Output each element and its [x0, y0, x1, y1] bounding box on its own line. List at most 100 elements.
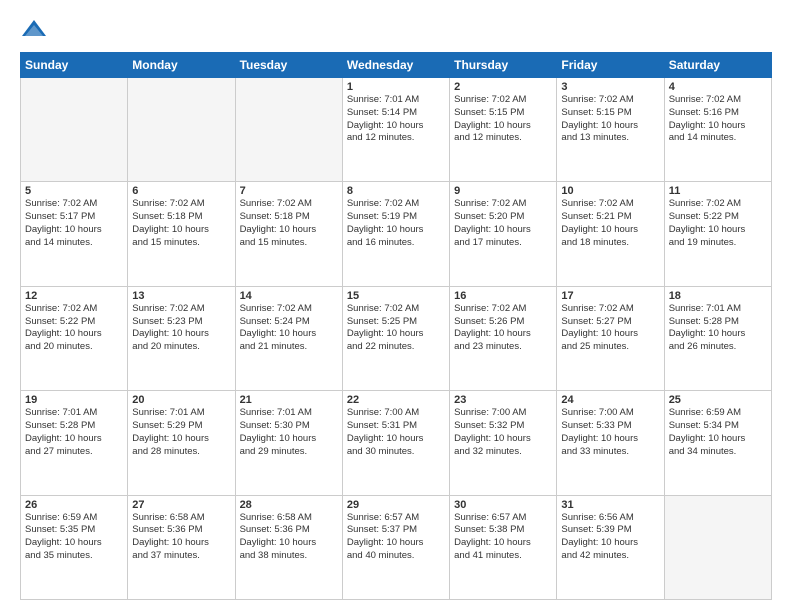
day-info: Sunrise: 7:00 AM Sunset: 5:31 PM Dayligh… [347, 407, 445, 458]
calendar-cell [21, 78, 128, 182]
calendar-header-wednesday: Wednesday [342, 53, 449, 78]
day-number: 26 [25, 499, 123, 511]
day-number: 27 [132, 499, 230, 511]
day-info: Sunrise: 7:01 AM Sunset: 5:28 PM Dayligh… [669, 303, 767, 354]
calendar-cell: 23Sunrise: 7:00 AM Sunset: 5:32 PM Dayli… [450, 391, 557, 495]
day-number: 8 [347, 185, 445, 197]
day-number: 24 [561, 394, 659, 406]
day-info: Sunrise: 6:58 AM Sunset: 5:36 PM Dayligh… [240, 512, 338, 563]
calendar-cell: 29Sunrise: 6:57 AM Sunset: 5:37 PM Dayli… [342, 495, 449, 599]
day-number: 22 [347, 394, 445, 406]
calendar-cell: 14Sunrise: 7:02 AM Sunset: 5:24 PM Dayli… [235, 286, 342, 390]
day-number: 13 [132, 290, 230, 302]
day-number: 30 [454, 499, 552, 511]
page: SundayMondayTuesdayWednesdayThursdayFrid… [0, 0, 792, 612]
calendar-cell: 10Sunrise: 7:02 AM Sunset: 5:21 PM Dayli… [557, 182, 664, 286]
calendar-cell: 25Sunrise: 6:59 AM Sunset: 5:34 PM Dayli… [664, 391, 771, 495]
calendar-cell: 16Sunrise: 7:02 AM Sunset: 5:26 PM Dayli… [450, 286, 557, 390]
calendar-header-friday: Friday [557, 53, 664, 78]
day-info: Sunrise: 7:02 AM Sunset: 5:18 PM Dayligh… [132, 198, 230, 249]
day-info: Sunrise: 7:01 AM Sunset: 5:30 PM Dayligh… [240, 407, 338, 458]
day-info: Sunrise: 7:02 AM Sunset: 5:21 PM Dayligh… [561, 198, 659, 249]
day-number: 6 [132, 185, 230, 197]
day-number: 29 [347, 499, 445, 511]
calendar-week-2: 5Sunrise: 7:02 AM Sunset: 5:17 PM Daylig… [21, 182, 772, 286]
calendar-cell: 13Sunrise: 7:02 AM Sunset: 5:23 PM Dayli… [128, 286, 235, 390]
calendar-cell: 17Sunrise: 7:02 AM Sunset: 5:27 PM Dayli… [557, 286, 664, 390]
day-number: 11 [669, 185, 767, 197]
calendar-cell: 8Sunrise: 7:02 AM Sunset: 5:19 PM Daylig… [342, 182, 449, 286]
day-info: Sunrise: 6:59 AM Sunset: 5:35 PM Dayligh… [25, 512, 123, 563]
day-info: Sunrise: 7:02 AM Sunset: 5:15 PM Dayligh… [561, 94, 659, 145]
calendar-cell: 28Sunrise: 6:58 AM Sunset: 5:36 PM Dayli… [235, 495, 342, 599]
calendar-cell: 15Sunrise: 7:02 AM Sunset: 5:25 PM Dayli… [342, 286, 449, 390]
calendar-header-tuesday: Tuesday [235, 53, 342, 78]
calendar-cell: 19Sunrise: 7:01 AM Sunset: 5:28 PM Dayli… [21, 391, 128, 495]
day-info: Sunrise: 7:02 AM Sunset: 5:17 PM Dayligh… [25, 198, 123, 249]
day-number: 31 [561, 499, 659, 511]
day-number: 14 [240, 290, 338, 302]
calendar-cell [128, 78, 235, 182]
calendar-week-1: 1Sunrise: 7:01 AM Sunset: 5:14 PM Daylig… [21, 78, 772, 182]
calendar-cell: 9Sunrise: 7:02 AM Sunset: 5:20 PM Daylig… [450, 182, 557, 286]
calendar-header-sunday: Sunday [21, 53, 128, 78]
day-info: Sunrise: 7:01 AM Sunset: 5:14 PM Dayligh… [347, 94, 445, 145]
day-number: 10 [561, 185, 659, 197]
calendar-cell: 26Sunrise: 6:59 AM Sunset: 5:35 PM Dayli… [21, 495, 128, 599]
day-info: Sunrise: 7:02 AM Sunset: 5:27 PM Dayligh… [561, 303, 659, 354]
calendar-cell: 22Sunrise: 7:00 AM Sunset: 5:31 PM Dayli… [342, 391, 449, 495]
day-number: 7 [240, 185, 338, 197]
calendar-cell: 24Sunrise: 7:00 AM Sunset: 5:33 PM Dayli… [557, 391, 664, 495]
logo-icon [20, 16, 48, 44]
calendar-cell: 27Sunrise: 6:58 AM Sunset: 5:36 PM Dayli… [128, 495, 235, 599]
calendar-header-saturday: Saturday [664, 53, 771, 78]
calendar-cell: 4Sunrise: 7:02 AM Sunset: 5:16 PM Daylig… [664, 78, 771, 182]
day-number: 18 [669, 290, 767, 302]
calendar-week-3: 12Sunrise: 7:02 AM Sunset: 5:22 PM Dayli… [21, 286, 772, 390]
calendar-cell: 12Sunrise: 7:02 AM Sunset: 5:22 PM Dayli… [21, 286, 128, 390]
calendar-cell: 1Sunrise: 7:01 AM Sunset: 5:14 PM Daylig… [342, 78, 449, 182]
calendar-table: SundayMondayTuesdayWednesdayThursdayFrid… [20, 52, 772, 600]
day-info: Sunrise: 7:02 AM Sunset: 5:16 PM Dayligh… [669, 94, 767, 145]
calendar-cell: 30Sunrise: 6:57 AM Sunset: 5:38 PM Dayli… [450, 495, 557, 599]
calendar-cell: 7Sunrise: 7:02 AM Sunset: 5:18 PM Daylig… [235, 182, 342, 286]
calendar-cell [235, 78, 342, 182]
calendar-cell: 6Sunrise: 7:02 AM Sunset: 5:18 PM Daylig… [128, 182, 235, 286]
calendar-week-4: 19Sunrise: 7:01 AM Sunset: 5:28 PM Dayli… [21, 391, 772, 495]
day-info: Sunrise: 7:02 AM Sunset: 5:22 PM Dayligh… [669, 198, 767, 249]
calendar-cell: 20Sunrise: 7:01 AM Sunset: 5:29 PM Dayli… [128, 391, 235, 495]
day-number: 12 [25, 290, 123, 302]
day-info: Sunrise: 6:57 AM Sunset: 5:38 PM Dayligh… [454, 512, 552, 563]
day-info: Sunrise: 6:59 AM Sunset: 5:34 PM Dayligh… [669, 407, 767, 458]
day-info: Sunrise: 7:02 AM Sunset: 5:15 PM Dayligh… [454, 94, 552, 145]
day-info: Sunrise: 7:02 AM Sunset: 5:18 PM Dayligh… [240, 198, 338, 249]
calendar-cell: 2Sunrise: 7:02 AM Sunset: 5:15 PM Daylig… [450, 78, 557, 182]
calendar-header-monday: Monday [128, 53, 235, 78]
day-number: 23 [454, 394, 552, 406]
calendar-cell: 11Sunrise: 7:02 AM Sunset: 5:22 PM Dayli… [664, 182, 771, 286]
day-info: Sunrise: 6:57 AM Sunset: 5:37 PM Dayligh… [347, 512, 445, 563]
day-info: Sunrise: 7:02 AM Sunset: 5:19 PM Dayligh… [347, 198, 445, 249]
day-info: Sunrise: 7:02 AM Sunset: 5:24 PM Dayligh… [240, 303, 338, 354]
day-info: Sunrise: 7:01 AM Sunset: 5:29 PM Dayligh… [132, 407, 230, 458]
calendar-cell: 3Sunrise: 7:02 AM Sunset: 5:15 PM Daylig… [557, 78, 664, 182]
day-number: 21 [240, 394, 338, 406]
day-number: 9 [454, 185, 552, 197]
calendar-week-5: 26Sunrise: 6:59 AM Sunset: 5:35 PM Dayli… [21, 495, 772, 599]
logo [20, 16, 52, 44]
day-number: 16 [454, 290, 552, 302]
day-number: 20 [132, 394, 230, 406]
day-info: Sunrise: 7:02 AM Sunset: 5:26 PM Dayligh… [454, 303, 552, 354]
day-info: Sunrise: 7:02 AM Sunset: 5:23 PM Dayligh… [132, 303, 230, 354]
calendar-cell [664, 495, 771, 599]
calendar-cell: 18Sunrise: 7:01 AM Sunset: 5:28 PM Dayli… [664, 286, 771, 390]
day-info: Sunrise: 6:58 AM Sunset: 5:36 PM Dayligh… [132, 512, 230, 563]
day-number: 25 [669, 394, 767, 406]
calendar-cell: 5Sunrise: 7:02 AM Sunset: 5:17 PM Daylig… [21, 182, 128, 286]
day-number: 3 [561, 81, 659, 93]
day-info: Sunrise: 7:02 AM Sunset: 5:25 PM Dayligh… [347, 303, 445, 354]
day-number: 4 [669, 81, 767, 93]
day-info: Sunrise: 7:02 AM Sunset: 5:22 PM Dayligh… [25, 303, 123, 354]
day-info: Sunrise: 6:56 AM Sunset: 5:39 PM Dayligh… [561, 512, 659, 563]
day-number: 1 [347, 81, 445, 93]
